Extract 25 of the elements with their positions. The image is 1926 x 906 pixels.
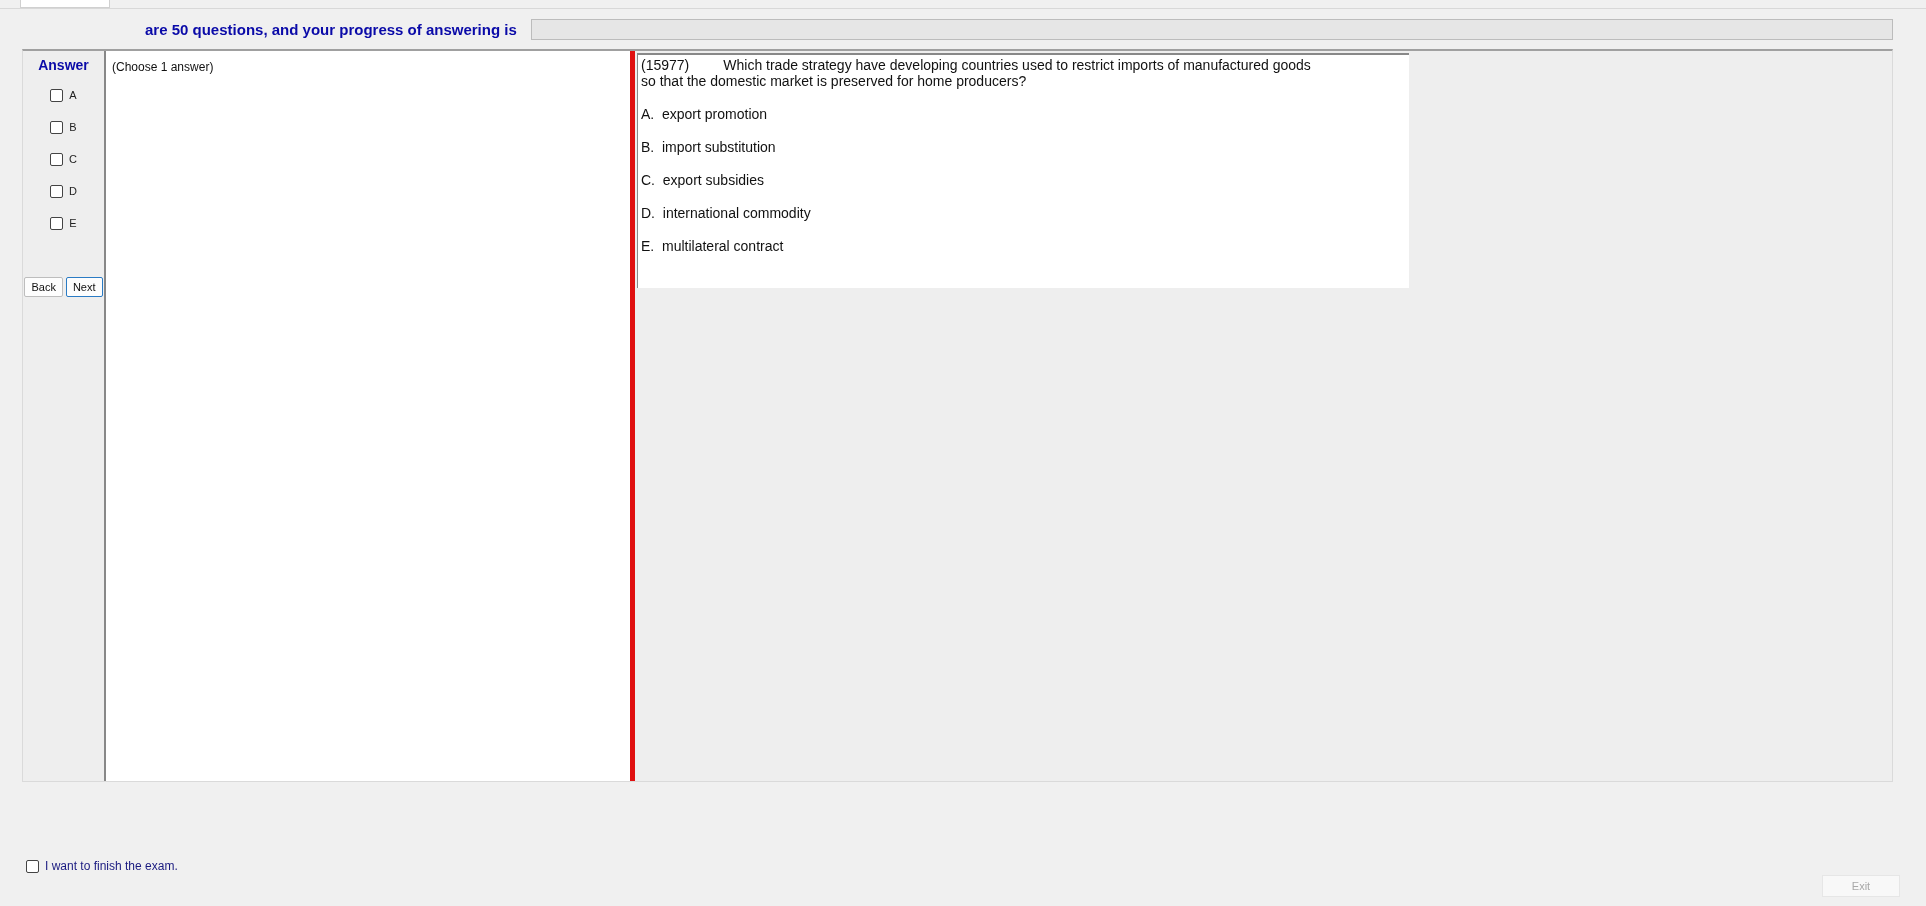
option-label: C (69, 153, 77, 165)
option-label: B (69, 121, 77, 133)
choice-text: A. export promotion (641, 106, 769, 122)
checkbox[interactable] (50, 152, 63, 166)
checkbox[interactable] (50, 184, 63, 198)
checkbox[interactable] (50, 88, 64, 102)
instruction-text: (Choose 1 answer) (112, 60, 214, 74)
answer-title: Answer (38, 57, 89, 73)
finish-label: I want to finish the exam. (45, 859, 178, 873)
checkbox[interactable] (26, 859, 39, 873)
question-text: Which trade strategy have developing countries used to restrict imports of manufactured goods (723, 57, 1311, 73)
choice-text: E. multilateral contract (641, 238, 785, 254)
option-label: E (69, 217, 77, 229)
question-number: (15977) (641, 57, 690, 73)
nav-button[interactable]: Next (65, 277, 103, 297)
question-text: so that the domestic market is preserved for home producers? (641, 73, 1027, 89)
nav-button[interactable]: Back (24, 277, 63, 297)
option-label: A (69, 89, 77, 101)
choice-text: D. international commodity (641, 205, 812, 221)
progress-label: are 50 questions, and your progress of answering is (145, 20, 517, 38)
choice-text: C. export subsidies (641, 172, 765, 188)
choice-text: B. import substitution (641, 139, 777, 155)
checkbox[interactable] (50, 120, 64, 134)
checkbox[interactable] (50, 216, 64, 230)
option-label: D (69, 185, 77, 197)
